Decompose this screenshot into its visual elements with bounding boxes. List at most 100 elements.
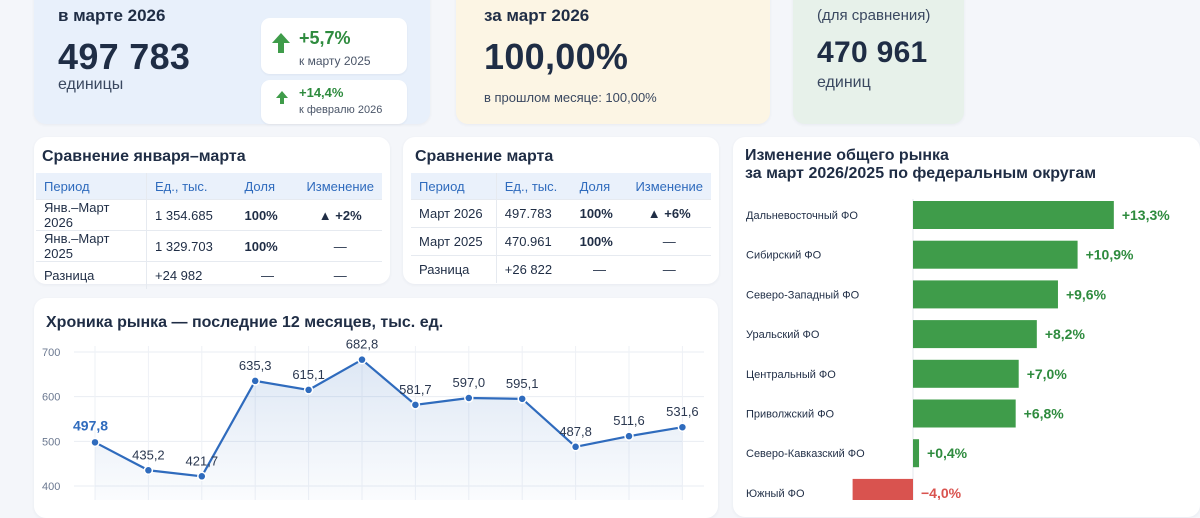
data-point bbox=[517, 394, 527, 404]
data-label: 487,8 bbox=[559, 424, 592, 439]
bar bbox=[913, 439, 920, 468]
table-march-title: Сравнение марта bbox=[415, 148, 554, 165]
col-period: Период bbox=[36, 173, 147, 200]
col-units: Ед., тыс. bbox=[146, 173, 237, 200]
data-label: 531,6 bbox=[666, 404, 699, 419]
bar-value-label: +6,8% bbox=[1024, 406, 1065, 422]
bar-value-label: +10,9% bbox=[1086, 247, 1134, 263]
cell: +26 822 bbox=[495, 255, 572, 283]
district-label: Сибирский ФО bbox=[746, 250, 822, 262]
cell: Разница bbox=[411, 255, 497, 283]
cell: Разница bbox=[36, 261, 147, 289]
col-change: Изменение bbox=[298, 173, 382, 200]
cell: 100% bbox=[236, 199, 299, 231]
market-timeline-card: Хроника рынка — последние 12 месяцев, ты… bbox=[34, 298, 718, 518]
delta-year-caption: к марту 2025 bbox=[299, 54, 371, 68]
data-label: 497,8 bbox=[73, 417, 108, 433]
data-label: 682,8 bbox=[346, 337, 379, 352]
bar-value-label: +13,3% bbox=[1122, 207, 1170, 223]
kpi-current-value: 497 783 bbox=[58, 36, 191, 77]
change-value: +2% bbox=[335, 207, 362, 223]
district-label: Дальневосточный ФО bbox=[746, 210, 858, 222]
kpi-share-previous: в прошлом месяце: 100,00% bbox=[484, 90, 657, 105]
bars-chart: Дальневосточный ФО +13,3% Сибирский ФО +10,… bbox=[746, 199, 1170, 500]
cell: 1 329.703 bbox=[146, 230, 237, 262]
cell: — bbox=[298, 261, 382, 289]
district-label: Северо-Кавказский ФО bbox=[746, 448, 865, 460]
y-tick-label: 700 bbox=[42, 347, 60, 359]
cell: — bbox=[627, 227, 711, 256]
col-share: Доля bbox=[236, 173, 299, 200]
table-march: Период Ед., тыс. Доля Изменение Март 202… bbox=[411, 173, 711, 283]
kpi-compare-value: 470 961 bbox=[817, 36, 928, 69]
table-row: Янв.–Март 2025 1 329.703 100% — bbox=[36, 230, 382, 262]
data-point bbox=[143, 465, 154, 476]
kpi-compare-label: (для сравнения) bbox=[817, 7, 931, 24]
data-label: 421,7 bbox=[186, 453, 219, 468]
kpi-current-unit: единицы bbox=[58, 76, 124, 93]
delta-year-box: +5,7% к марту 2025 bbox=[261, 18, 407, 74]
cell: — bbox=[627, 255, 711, 283]
table-row: Янв.–Март 2026 1 354.685 100% ▲ +2% bbox=[36, 199, 382, 231]
col-share: Доля bbox=[571, 173, 628, 200]
cell: 100% bbox=[571, 199, 628, 228]
arrow-up-icon bbox=[272, 33, 290, 53]
table-q1-card: Сравнение января–марта Период Ед., тыс. … bbox=[34, 137, 390, 289]
kpi-share-card: за март 2026 100,00% в прошлом месяце: 1… bbox=[456, 0, 770, 124]
table-march-card: Сравнение марта Период Ед., тыс. Доля Из… bbox=[403, 137, 719, 284]
table-q1-title: Сравнение января–марта bbox=[42, 148, 246, 165]
bar bbox=[913, 359, 1019, 388]
data-point bbox=[570, 442, 581, 452]
data-label: 595,1 bbox=[506, 376, 539, 391]
cell: Янв.–Март 2025 bbox=[36, 230, 147, 262]
data-label: 511,6 bbox=[613, 413, 645, 428]
data-label: 435,2 bbox=[132, 447, 165, 462]
kpi-compare-unit: единиц bbox=[817, 74, 871, 91]
table-row: Разница +24 982 — — bbox=[36, 261, 382, 289]
data-point bbox=[357, 354, 367, 365]
change-cell: ▲ +2% bbox=[298, 199, 382, 231]
table-header-row: Период Ед., тыс. Доля Изменение bbox=[411, 173, 711, 200]
cell: Янв.–Март 2026 bbox=[36, 199, 147, 231]
data-point bbox=[410, 400, 421, 410]
triangle-up-icon: ▲ bbox=[318, 207, 336, 223]
change-value: +6% bbox=[664, 206, 691, 221]
district-label: Северо-Западный ФО bbox=[746, 289, 860, 301]
col-units: Ед., тыс. bbox=[495, 173, 572, 200]
district-label: Южный ФО bbox=[746, 488, 805, 500]
bar-value-label: +7,0% bbox=[1027, 366, 1068, 382]
bar-value-label: +9,6% bbox=[1066, 286, 1107, 302]
delta-month-box: +14,4% к февралю 2026 bbox=[261, 80, 407, 124]
line-chart: 700 600 500 400 497,8 435,2 421,7 635,3 615,1 682… bbox=[42, 337, 704, 500]
bar bbox=[913, 240, 1078, 269]
y-tick-label: 400 bbox=[42, 481, 60, 493]
district-label: Уральский ФО bbox=[746, 329, 820, 341]
cell: 497.783 bbox=[495, 199, 572, 228]
cell: 1 354.685 bbox=[146, 199, 237, 231]
district-label: Приволжский ФО bbox=[746, 409, 835, 421]
triangle-up-icon: ▲ bbox=[647, 206, 665, 221]
bar-value-label: +8,2% bbox=[1045, 326, 1086, 342]
bar-value-label: +0,4% bbox=[927, 445, 968, 461]
bar-value-label: −4,0% bbox=[921, 485, 962, 500]
bar bbox=[913, 280, 1058, 309]
data-point bbox=[250, 376, 260, 386]
cell: — bbox=[236, 261, 299, 289]
arrow-up-icon bbox=[276, 91, 288, 104]
data-label: 597,0 bbox=[453, 375, 486, 390]
bar bbox=[913, 399, 1016, 428]
table-row: Март 2025 470.961 100% — bbox=[411, 227, 711, 256]
delta-month-value: +14,4% bbox=[299, 85, 344, 100]
data-label: 581,7 bbox=[399, 382, 432, 397]
cell: — bbox=[298, 230, 382, 262]
cell: 470.961 bbox=[495, 227, 572, 256]
data-point bbox=[197, 471, 207, 482]
delta-year-value: +5,7% bbox=[299, 28, 351, 48]
delta-month-caption: к февралю 2026 bbox=[299, 104, 383, 116]
col-change: Изменение bbox=[627, 173, 711, 200]
kpi-share-label: за март 2026 bbox=[484, 6, 590, 25]
bar bbox=[913, 201, 1114, 229]
data-point bbox=[677, 422, 688, 432]
cell: Март 2025 bbox=[411, 227, 497, 256]
district-label: Центральный ФО bbox=[746, 369, 836, 381]
